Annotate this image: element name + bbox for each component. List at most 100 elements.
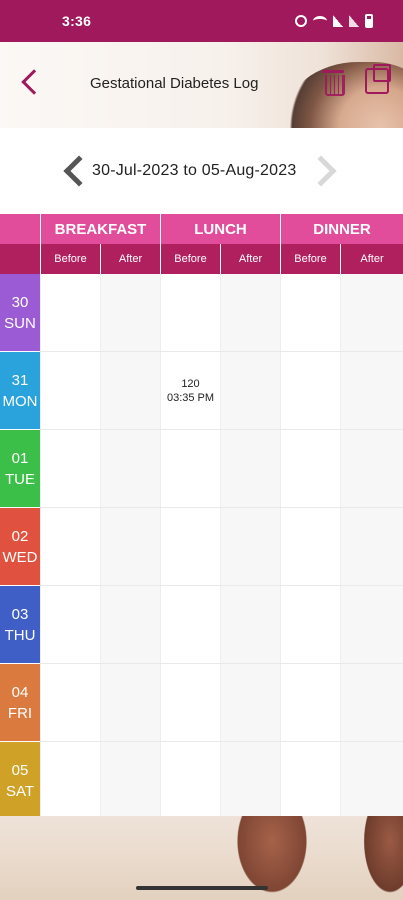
log-cell-lunch-after[interactable] <box>220 352 280 429</box>
day-label: 30 SUN <box>0 274 40 351</box>
log-cell-lunch-before[interactable] <box>160 508 220 585</box>
log-cell-dinner-before[interactable] <box>280 664 340 741</box>
log-cell-breakfast-before[interactable] <box>40 274 100 351</box>
day-name: SAT <box>5 782 35 800</box>
meal-header-lunch: LUNCH <box>160 214 280 244</box>
status-bar: 3:36 <box>0 0 403 42</box>
log-cell-dinner-before[interactable] <box>280 352 340 429</box>
day-row: 04 FRI <box>0 664 403 742</box>
trash-icon <box>322 68 345 96</box>
status-time: 3:36 <box>62 13 92 29</box>
log-cell-lunch-after[interactable] <box>220 430 280 507</box>
glucose-reading-value: 120 <box>181 377 200 390</box>
log-cell-breakfast-after[interactable] <box>100 586 160 663</box>
meal-header-dinner: DINNER <box>280 214 403 244</box>
log-cell-lunch-before[interactable]: 120 03:35 PM <box>160 352 220 429</box>
log-cell-lunch-after[interactable] <box>220 742 280 819</box>
log-cell-lunch-after[interactable] <box>220 664 280 741</box>
log-cell-breakfast-before[interactable] <box>40 742 100 819</box>
dinner-after-header: After <box>340 244 403 274</box>
log-cell-dinner-before[interactable] <box>280 742 340 819</box>
table-corner <box>0 244 40 274</box>
date-navigator: 30-Jul-2023 to 05-Aug-2023 <box>0 128 403 214</box>
day-label: 01 TUE <box>0 430 40 507</box>
alarm-icon <box>295 15 307 27</box>
day-row: 02 WED <box>0 508 403 586</box>
day-number: 03 <box>11 605 29 623</box>
log-cell-breakfast-after[interactable] <box>100 430 160 507</box>
day-row: 03 THU <box>0 586 403 664</box>
day-number: 04 <box>11 683 29 701</box>
day-name: THU <box>4 626 36 644</box>
log-table: BREAKFAST LUNCH DINNER Before After Befo… <box>0 214 403 820</box>
day-label: 05 SAT <box>0 742 40 819</box>
day-row: 01 TUE <box>0 430 403 508</box>
log-cell-breakfast-after[interactable] <box>100 664 160 741</box>
day-label: 04 FRI <box>0 664 40 741</box>
log-cell-dinner-before[interactable] <box>280 508 340 585</box>
day-number: 30 <box>11 293 29 311</box>
log-cell-breakfast-before[interactable] <box>40 430 100 507</box>
previous-week-button[interactable] <box>58 152 95 192</box>
chevron-left-icon <box>63 155 95 187</box>
log-cell-dinner-after[interactable] <box>340 508 403 585</box>
log-cell-breakfast-after[interactable] <box>100 742 160 819</box>
chevron-right-icon <box>305 155 337 187</box>
day-number: 01 <box>11 449 29 467</box>
log-cell-dinner-after[interactable] <box>340 586 403 663</box>
back-button[interactable] <box>12 62 48 102</box>
day-number: 31 <box>11 371 29 389</box>
share-button[interactable] <box>365 64 393 98</box>
log-cell-lunch-before[interactable] <box>160 274 220 351</box>
lunch-before-header: Before <box>160 244 220 274</box>
log-cell-lunch-before[interactable] <box>160 664 220 741</box>
log-cell-dinner-before[interactable] <box>280 586 340 663</box>
table-corner <box>0 214 40 244</box>
day-row: 31 MON 120 03:35 PM <box>0 352 403 430</box>
log-cell-lunch-before[interactable] <box>160 742 220 819</box>
day-row: 05 SAT <box>0 742 403 820</box>
app-header: Gestational Diabetes Log <box>0 42 403 128</box>
log-cell-breakfast-after[interactable] <box>100 508 160 585</box>
lunch-after-header: After <box>220 244 280 274</box>
log-cell-dinner-after[interactable] <box>340 430 403 507</box>
log-cell-lunch-before[interactable] <box>160 586 220 663</box>
delete-button[interactable] <box>322 68 346 98</box>
log-cell-breakfast-before[interactable] <box>40 508 100 585</box>
day-number: 05 <box>11 761 29 779</box>
day-name: SUN <box>4 314 36 332</box>
breakfast-before-header: Before <box>40 244 100 274</box>
breakfast-after-header: After <box>100 244 160 274</box>
log-cell-lunch-after[interactable] <box>220 508 280 585</box>
log-cell-breakfast-before[interactable] <box>40 664 100 741</box>
home-indicator[interactable] <box>136 886 268 890</box>
share-icon <box>365 64 391 94</box>
signal-icon <box>333 15 343 27</box>
log-cell-lunch-before[interactable] <box>160 430 220 507</box>
log-cell-dinner-before[interactable] <box>280 430 340 507</box>
log-cell-breakfast-before[interactable] <box>40 586 100 663</box>
log-cell-lunch-after[interactable] <box>220 586 280 663</box>
status-icons <box>295 14 373 28</box>
log-cell-breakfast-before[interactable] <box>40 352 100 429</box>
wifi-icon <box>313 16 327 26</box>
next-week-button[interactable] <box>305 152 342 192</box>
glucose-reading-time: 03:35 PM <box>166 391 215 404</box>
log-cell-lunch-after[interactable] <box>220 274 280 351</box>
day-number: 02 <box>11 527 29 545</box>
battery-icon <box>365 14 373 28</box>
log-cell-breakfast-after[interactable] <box>100 352 160 429</box>
background-photo-figure <box>360 816 403 900</box>
log-cell-dinner-after[interactable] <box>340 274 403 351</box>
log-cell-dinner-after[interactable] <box>340 352 403 429</box>
log-cell-breakfast-after[interactable] <box>100 274 160 351</box>
dinner-before-header: Before <box>280 244 340 274</box>
day-label: 02 WED <box>0 508 40 585</box>
log-cell-dinner-before[interactable] <box>280 274 340 351</box>
log-cell-dinner-after[interactable] <box>340 664 403 741</box>
meal-header-breakfast: BREAKFAST <box>40 214 160 244</box>
signal-icon <box>349 15 359 27</box>
log-cell-dinner-after[interactable] <box>340 742 403 819</box>
page-title: Gestational Diabetes Log <box>90 75 259 92</box>
day-label: 31 MON <box>0 352 40 429</box>
